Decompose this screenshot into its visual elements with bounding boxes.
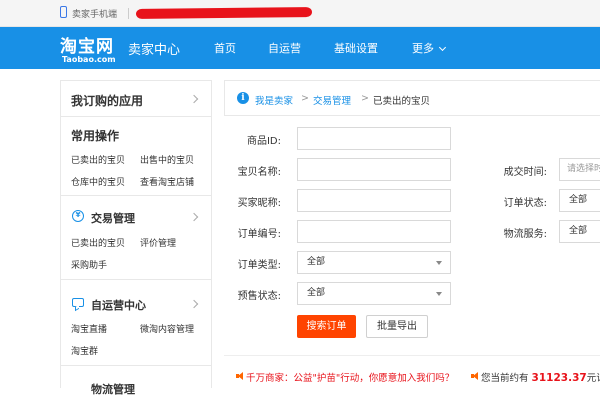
breadcrumb-seller[interactable]: 我是卖家 (255, 93, 293, 107)
nav-self-operation[interactable]: 自运营 (268, 40, 301, 56)
sidebar: 我订购的应用 常用操作 已卖出的宝贝 出售中的宝贝 仓库中的宝贝 查看淘宝店铺 … (60, 80, 212, 396)
batch-export-button[interactable]: 批量导出 (366, 315, 428, 338)
chevron-right-icon[interactable] (189, 299, 199, 309)
my-apps-title: 我订购的应用 (71, 94, 144, 108)
item-id-label: 商品ID: (246, 136, 281, 147)
caret-down-icon (436, 292, 442, 296)
redacted-username (135, 7, 313, 19)
item-name-input[interactable] (297, 158, 451, 181)
mobile-phone-icon (60, 6, 67, 18)
divider (128, 8, 129, 19)
breadcrumb-separator: > (301, 93, 309, 104)
sidebar-link-taobao-group[interactable]: 淘宝群 (71, 344, 98, 357)
buyer-nickname-input[interactable] (297, 189, 451, 212)
top-utility-bar: 卖家手机端 (0, 0, 600, 27)
deal-time-placeholder: 请选择时间 (567, 164, 600, 174)
balance-prefix: 您当前约有 (481, 373, 529, 384)
presale-status-label: 预售状态: (237, 291, 281, 302)
sidebar-link-on-sale-items[interactable]: 出售中的宝贝 (140, 153, 194, 166)
taobao-logo-subtitle: Taobao.com (62, 55, 116, 64)
trade-management-title[interactable]: 交易管理 (91, 210, 135, 226)
balance-suffix: 元订 (586, 373, 600, 384)
info-icon: i (237, 92, 249, 104)
sidebar-link-review-management[interactable]: 评价管理 (140, 236, 176, 249)
search-orders-button[interactable]: 搜索订单 (297, 315, 356, 338)
divider (61, 195, 211, 196)
divider (224, 355, 600, 356)
presale-status-value: 全部 (307, 288, 326, 298)
seller-mobile-link[interactable]: 卖家手机端 (72, 7, 117, 20)
logistics-service-label: 物流服务: (503, 229, 547, 240)
order-number-label: 订单编号: (237, 229, 281, 240)
charity-notice-link[interactable]: 千万商家：公益"护苗"行动，你愿意加入我们吗？ (246, 370, 454, 384)
yen-icon: ¥ (72, 210, 84, 222)
sidebar-link-warehouse-items[interactable]: 仓库中的宝贝 (71, 175, 125, 188)
item-id-input[interactable] (297, 127, 451, 150)
main-nav-bar: 淘宝网 Taobao.com 卖家中心 首页 自运营 基础设置 更多 (0, 27, 600, 69)
divider (61, 279, 211, 280)
nav-home[interactable]: 首页 (214, 40, 236, 56)
logistics-service-value: 全部 (569, 226, 588, 236)
order-status-label: 订单状态: (503, 198, 547, 209)
sidebar-link-taobao-live[interactable]: 淘宝直播 (71, 322, 107, 335)
balance-amount: 31123.37 (531, 372, 587, 384)
sidebar-link-weitao-content[interactable]: 微淘内容管理 (140, 322, 194, 335)
chevron-right-icon (189, 94, 199, 104)
sidebar-link-sold-items[interactable]: 已卖出的宝贝 (71, 153, 125, 166)
chevron-right-icon[interactable] (189, 212, 199, 222)
order-status-value: 全部 (569, 195, 588, 205)
balance-notice: 您当前约有 31123.37元订 (481, 370, 600, 384)
chat-bubble-icon (72, 298, 84, 307)
item-name-label: 宝贝名称: (237, 167, 281, 178)
divider (61, 365, 211, 366)
nav-basic-settings[interactable]: 基础设置 (334, 40, 378, 56)
logistics-management-title[interactable]: 物流管理 (91, 381, 135, 397)
order-status-select[interactable]: 全部 (559, 189, 600, 212)
self-ops-center-title[interactable]: 自运营中心 (91, 297, 146, 313)
breadcrumb-current: 已卖出的宝贝 (373, 96, 431, 107)
sidebar-link-view-shop[interactable]: 查看淘宝店铺 (140, 175, 194, 188)
taobao-logo[interactable]: 淘宝网 (60, 32, 114, 57)
order-type-value: 全部 (307, 257, 326, 267)
my-apps-header[interactable]: 我订购的应用 (61, 81, 211, 117)
sidebar-link-sold-items-2[interactable]: 已卖出的宝贝 (71, 236, 125, 249)
nav-more-label: 更多 (412, 42, 434, 55)
speaker-icon (236, 372, 244, 380)
presale-status-select[interactable]: 全部 (297, 282, 451, 305)
sidebar-link-purchase-assistant[interactable]: 采购助手 (71, 258, 107, 271)
caret-down-icon (436, 261, 442, 265)
speaker-icon (471, 372, 479, 380)
buyer-nickname-label: 买家昵称: (237, 198, 281, 209)
order-number-input[interactable] (297, 220, 451, 243)
logistics-service-select[interactable]: 全部 (559, 220, 600, 243)
deal-time-input[interactable]: 请选择时间 (559, 158, 600, 181)
chevron-down-icon (438, 43, 447, 52)
order-type-select[interactable]: 全部 (297, 251, 451, 274)
nav-more[interactable]: 更多 (412, 40, 447, 56)
deal-time-label: 成交时间: (503, 167, 547, 178)
common-ops-title: 常用操作 (71, 129, 120, 143)
breadcrumb-separator: > (361, 93, 369, 104)
breadcrumb: i 我是卖家 > 交易管理 > 已卖出的宝贝 (224, 80, 600, 116)
seller-center-title[interactable]: 卖家中心 (128, 39, 180, 58)
order-type-label: 订单类型: (237, 260, 281, 271)
breadcrumb-trade-management[interactable]: 交易管理 (313, 93, 351, 107)
